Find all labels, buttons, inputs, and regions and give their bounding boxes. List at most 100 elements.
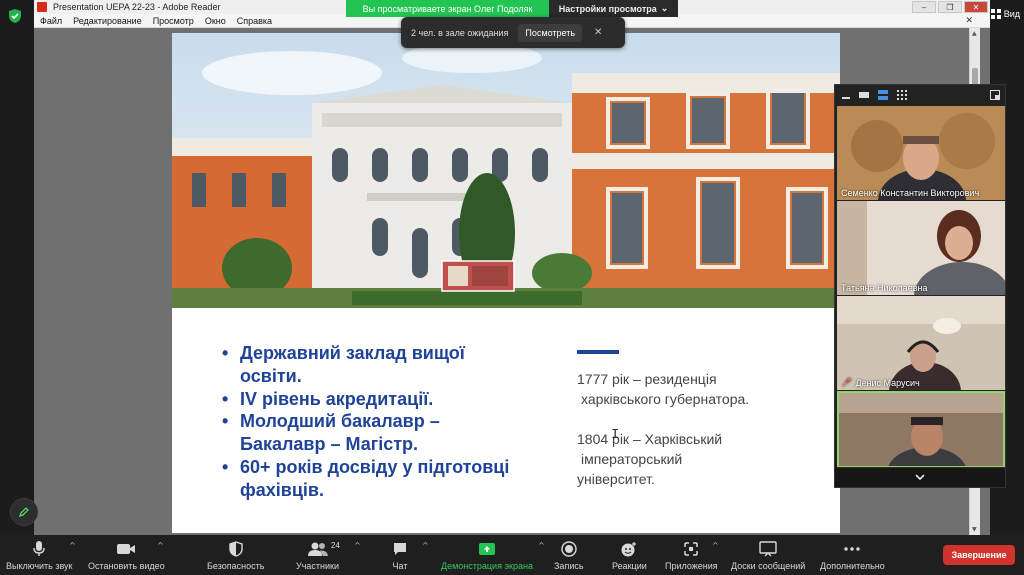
whiteboards-button[interactable]: Доски сообщений	[731, 539, 805, 571]
participant-video	[837, 106, 1005, 200]
window-controls: – ❐ ✕	[912, 1, 988, 13]
view-options-label: Настройки просмотра	[558, 3, 657, 14]
menu-help[interactable]: Справка	[237, 16, 272, 26]
video-button[interactable]: Остановить видео	[88, 539, 165, 571]
participant-name: Семенко Константин Викторович	[841, 188, 979, 198]
menu-edit[interactable]: Редактирование	[73, 16, 142, 26]
microphone-muted-icon: 🎤︎	[841, 377, 853, 387]
audio-options-chevron-icon[interactable]: ^	[69, 541, 76, 550]
participant-video-tile[interactable]: 🎤︎ Денис Марусич	[837, 296, 1005, 390]
pdf-icon	[37, 2, 47, 12]
share-options-chevron-icon[interactable]: ^	[538, 541, 545, 550]
apps-icon	[684, 542, 699, 556]
scroll-down-icon[interactable]: ▼	[972, 526, 977, 533]
chevron-down-icon	[915, 474, 925, 480]
grid-icon	[990, 9, 1001, 19]
participant-name-label: Денис Марусич	[855, 377, 920, 388]
presentation-slide: Державний заклад вищої освіти. IV рівень…	[172, 33, 840, 533]
menu-window[interactable]: Окно	[205, 16, 226, 26]
screen-share-banner: Вы просматриваете экран Олег Подоляк Нас…	[346, 0, 678, 17]
whiteboards-label: Доски сообщений	[731, 561, 806, 571]
view-options-button[interactable]: Настройки просмотра ⌄	[549, 0, 678, 17]
waiting-room-notice: 2 чел. в зале ожидания Посмотреть ✕	[401, 17, 625, 48]
participants-label: Участники	[296, 561, 339, 571]
document-close-icon[interactable]: ✕	[965, 15, 973, 26]
participant-name: 🎤︎ Денис Марусич	[841, 377, 920, 388]
share-screen-label: Демонстрация экрана	[441, 561, 533, 571]
chevron-down-icon: ⌄	[660, 3, 669, 13]
text-cursor-icon: I	[611, 427, 620, 443]
gallery-view-icon[interactable]	[897, 90, 907, 100]
close-icon[interactable]: ✕	[964, 1, 988, 13]
more-label: Дополнительно	[820, 561, 885, 571]
history-line: харківського губернатора.	[581, 391, 750, 407]
single-view-icon[interactable]	[859, 91, 869, 99]
whiteboard-icon	[759, 541, 777, 557]
bullet-item: Державний заклад вищої освіти.	[222, 342, 512, 388]
participant-name: Татьяна Николаевна	[841, 283, 927, 293]
waiting-room-text: 2 чел. в зале ожидания	[411, 27, 509, 38]
zoom-meeting-window: Presentation UEPA 22-23 - Adobe Reader –…	[0, 0, 1024, 575]
record-button[interactable]: Запись	[554, 539, 584, 571]
participant-name-label: Татьяна Николаевна	[841, 283, 928, 293]
video-panel-toolbar	[835, 85, 1005, 105]
slide-bullet-list: Державний заклад вищої освіти. IV рівень…	[222, 342, 512, 502]
participants-options-chevron-icon[interactable]: ^	[354, 541, 361, 550]
restore-icon[interactable]: ❐	[938, 1, 962, 13]
participants-icon	[307, 542, 328, 556]
bullet-item: Молодший бакалавр – Бакалавр – Магістр.	[222, 410, 512, 456]
mute-button[interactable]: Выключить звук	[6, 539, 73, 571]
close-icon[interactable]: ✕	[594, 27, 602, 38]
participants-count: 24	[331, 541, 340, 550]
more-dots-icon	[844, 547, 861, 551]
record-label: Запись	[554, 561, 584, 571]
history-line: імператорський	[581, 451, 683, 467]
chat-options-chevron-icon[interactable]: ^	[422, 541, 429, 550]
participant-name-label: Семенко Константин Викторович	[841, 188, 980, 198]
history-line: університет.	[577, 471, 655, 487]
reactions-label: Реакции	[612, 561, 647, 571]
accent-bar	[577, 350, 619, 354]
apps-options-chevron-icon[interactable]: ^	[712, 541, 719, 550]
university-building-photo	[172, 33, 840, 308]
active-speaker-tile[interactable]	[837, 391, 1005, 468]
participant-video	[839, 393, 1003, 466]
apps-button[interactable]: Приложения	[665, 539, 718, 571]
video-options-chevron-icon[interactable]: ^	[157, 541, 164, 550]
reactions-button[interactable]: Реакции	[612, 539, 647, 571]
video-panel: Семенко Константин Викторович Татьяна Ни…	[834, 84, 1006, 488]
share-screen-button[interactable]: Демонстрация экрана	[441, 539, 533, 571]
more-button[interactable]: Дополнительно	[820, 539, 885, 571]
chat-label: Чат	[392, 561, 408, 571]
bullet-item: 60+ років досвіду у підготовці фахівців.	[222, 456, 512, 502]
menu-file[interactable]: Файл	[40, 16, 62, 26]
view-menu-label: Вид	[1003, 9, 1020, 19]
annotate-button[interactable]	[10, 498, 38, 526]
chat-button[interactable]: Чат	[392, 539, 408, 571]
shield-icon	[229, 541, 243, 557]
minimize-icon[interactable]	[842, 91, 850, 99]
meeting-toolbar: Выключить звук ^ Остановить видео ^ Безо…	[0, 535, 1024, 575]
video-label: Остановить видео	[88, 561, 165, 571]
video-camera-icon	[117, 544, 136, 554]
end-meeting-button[interactable]: Завершение	[943, 545, 1015, 565]
participant-video-tile[interactable]: Татьяна Николаевна	[837, 201, 1005, 295]
record-icon	[561, 541, 577, 557]
security-shield-icon[interactable]	[7, 8, 23, 24]
strip-view-icon[interactable]	[878, 90, 888, 100]
apps-label: Приложения	[665, 561, 718, 571]
pop-out-icon[interactable]	[990, 90, 1000, 100]
scroll-up-icon[interactable]: ▲	[972, 30, 977, 37]
view-menu-button[interactable]: Вид	[990, 9, 1020, 19]
chat-bubble-icon	[394, 543, 406, 555]
participant-video-tile[interactable]: Семенко Константин Викторович	[837, 106, 1005, 200]
share-screen-icon	[478, 543, 495, 555]
show-more-videos-button[interactable]	[835, 467, 1005, 487]
history-line: 1777 рік – резиденція	[577, 371, 717, 387]
menu-view[interactable]: Просмотр	[153, 16, 194, 26]
mute-label: Выключить звук	[6, 561, 73, 571]
view-waiting-room-button[interactable]: Посмотреть	[518, 23, 583, 42]
minimize-icon[interactable]: –	[912, 1, 936, 13]
security-button[interactable]: Безопасность	[207, 539, 264, 571]
microphone-icon	[33, 541, 45, 556]
